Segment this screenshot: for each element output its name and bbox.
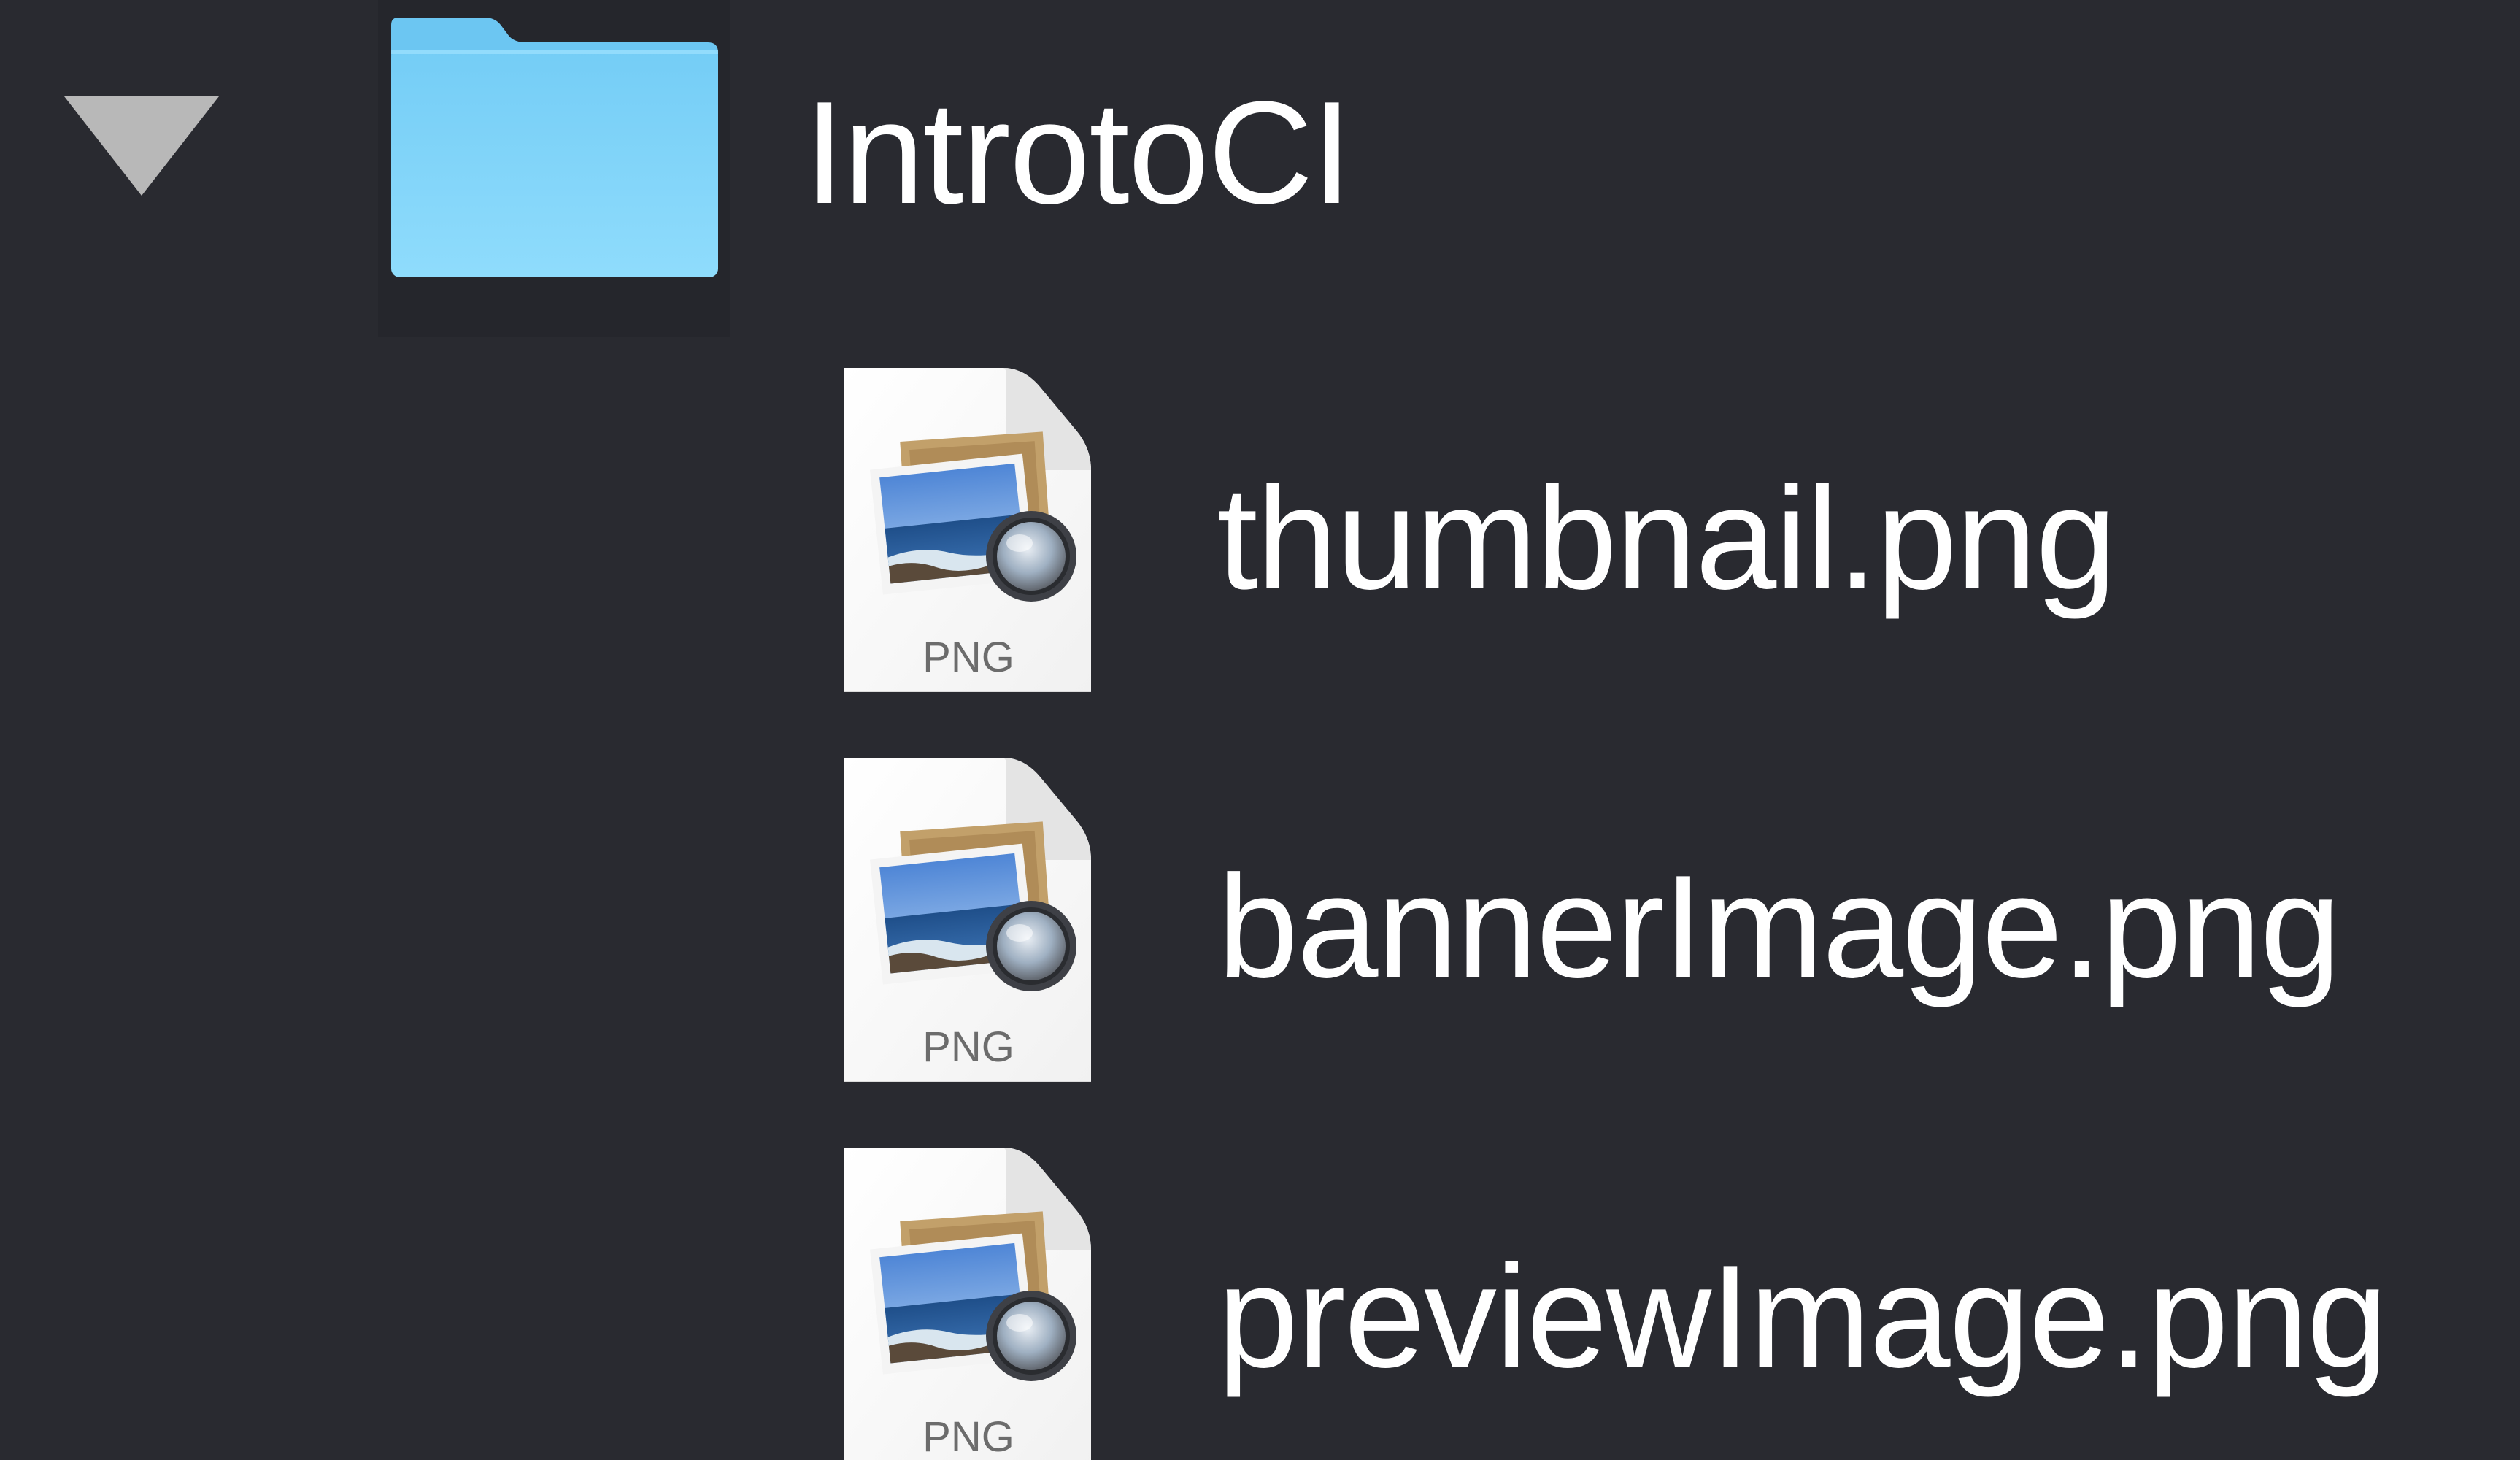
png-badge: PNG bbox=[922, 1413, 1014, 1460]
file-name[interactable]: thumbnail.png bbox=[1217, 458, 2116, 619]
png-file-icon: PNG bbox=[844, 1148, 1091, 1460]
file-name[interactable]: previewImage.png bbox=[1217, 1237, 2388, 1397]
png-badge: PNG bbox=[922, 1023, 1014, 1071]
png-file-icon: PNG bbox=[844, 368, 1091, 692]
file-name[interactable]: bannerImage.png bbox=[1217, 847, 2341, 1007]
file-tree: IntrotoCI PNG thumbnail.png PNG bannerIm… bbox=[0, 0, 2520, 1460]
png-file-icon: PNG bbox=[844, 758, 1091, 1082]
png-badge: PNG bbox=[922, 634, 1014, 681]
file-row-preview-image[interactable]: PNG previewImage.png bbox=[0, 0, 2520, 1460]
